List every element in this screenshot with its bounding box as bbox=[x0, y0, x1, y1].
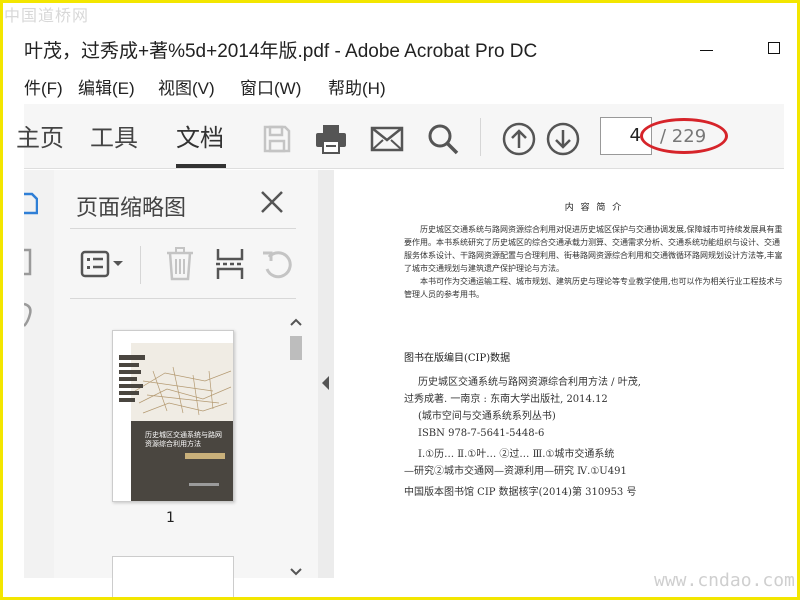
title-bar: 叶茂，过秀成+著%5d+2014年版.pdf - Adobe Acrobat P… bbox=[24, 36, 794, 66]
scroll-down-icon[interactable] bbox=[290, 568, 302, 576]
cip-line: (城市空间与交通系统系列丛书) bbox=[418, 411, 556, 422]
rotate-icon[interactable] bbox=[260, 246, 296, 282]
window-title: 叶茂，过秀成+著%5d+2014年版.pdf - Adobe Acrobat P… bbox=[24, 41, 538, 62]
cip-line: 中国版本图书馆 CIP 数据核字(2014)第 310953 号 bbox=[404, 487, 637, 498]
cip-line: ISBN 978-7-5641-5448-6 bbox=[418, 428, 545, 439]
menu-window[interactable]: 窗口(W) bbox=[240, 74, 301, 99]
delete-icon[interactable] bbox=[162, 246, 198, 282]
document-page-content: 内 容 简 介 历史城区交通系统与路网资源综合利用对促进历史城区保护与交通协调发… bbox=[404, 200, 784, 501]
watermark-top: 中国道桥网 bbox=[4, 6, 90, 25]
thumbnail-options-icon[interactable] bbox=[78, 246, 128, 282]
page-thumbnail-1[interactable]: 历史城区交通系统与路网资源综合利用方法 bbox=[112, 330, 234, 502]
document-view[interactable]: 内 容 简 介 历史城区交通系统与路网资源综合利用对促进历史城区保护与交通协调发… bbox=[334, 170, 794, 578]
page-thumbnails-panel: 页面缩略图 历史城区交通系统与路网资源综合利用方法 1 bbox=[54, 170, 319, 597]
search-icon[interactable] bbox=[426, 122, 460, 156]
close-icon[interactable] bbox=[260, 190, 284, 214]
intro-paragraph-1: 历史城区交通系统与路网资源综合利用对促进历史城区保护与交通协调发展,保障城市可持… bbox=[404, 225, 783, 273]
intro-paragraph-2: 本书可作为交通运输工程、城市规划、建筑历史与理论等专业教学使用,也可以作为相关行… bbox=[404, 277, 783, 299]
watermark-bottom: www.cndao.com bbox=[654, 570, 795, 591]
tab-document[interactable]: 文档 bbox=[176, 118, 224, 153]
cip-line: —研究②城市交通网—资源利用—研究 Ⅳ.①U491 bbox=[404, 466, 627, 477]
menu-help[interactable]: 帮助(H) bbox=[328, 74, 386, 99]
minimize-button[interactable] bbox=[700, 50, 713, 51]
scroll-thumb[interactable] bbox=[290, 336, 302, 360]
maximize-button[interactable] bbox=[768, 42, 780, 54]
menu-view[interactable]: 视图(V) bbox=[158, 74, 215, 99]
page-thumbnail-2[interactable] bbox=[112, 556, 234, 597]
extract-icon[interactable] bbox=[212, 246, 248, 282]
cip-line: Ⅰ.①历… Ⅱ.①叶… ②过… Ⅲ.①城市交通系统 bbox=[418, 449, 615, 460]
thumbnail-page-label: 1 bbox=[166, 510, 175, 526]
page-down-icon[interactable] bbox=[546, 122, 580, 156]
tab-home[interactable]: 主页 bbox=[16, 118, 64, 153]
scroll-up-icon[interactable] bbox=[290, 318, 302, 326]
menu-edit[interactable]: 编辑(E) bbox=[78, 74, 135, 99]
thumbnail-list: 历史城区交通系统与路网资源综合利用方法 1 bbox=[54, 310, 318, 597]
intro-heading: 内 容 简 介 bbox=[564, 203, 624, 213]
panel-divider bbox=[70, 228, 296, 229]
main-toolbar: 主页 工具 文档 4 / 229 bbox=[16, 104, 784, 169]
page-thumbnails-nav-icon[interactable] bbox=[24, 190, 38, 220]
cover-title: 历史城区交通系统与路网资源综合利用方法 bbox=[145, 431, 222, 448]
panel-title: 页面缩略图 bbox=[76, 196, 187, 221]
menu-file[interactable]: 件(F) bbox=[24, 74, 63, 99]
page-up-icon[interactable] bbox=[502, 122, 536, 156]
panel-divider-2 bbox=[70, 298, 296, 299]
toolbar-separator bbox=[480, 118, 481, 156]
collapse-panel-icon[interactable] bbox=[322, 376, 330, 390]
attachments-nav-icon[interactable] bbox=[24, 300, 34, 330]
bookmarks-nav-icon[interactable] bbox=[24, 248, 34, 278]
email-icon[interactable] bbox=[370, 122, 404, 156]
menu-bar: 件(F) 编辑(E) 视图(V) 窗口(W) 帮助(H) bbox=[24, 74, 794, 100]
cip-line: 历史城区交通系统与路网资源综合利用方法 / 叶茂, bbox=[418, 377, 641, 388]
thumbnail-scrollbar[interactable] bbox=[286, 310, 306, 578]
red-annotation-oval bbox=[640, 118, 728, 154]
panel-tool-separator bbox=[140, 246, 141, 284]
print-icon[interactable] bbox=[314, 122, 348, 156]
active-tab-indicator bbox=[176, 164, 226, 168]
cip-line: 过秀成著. 一南京 : 东南大学出版社, 2014.12 bbox=[404, 394, 608, 405]
book-cover-image bbox=[113, 331, 233, 501]
navigation-pane-strip bbox=[24, 170, 55, 578]
cip-title: 图书在版编目(CIP)数据 bbox=[404, 353, 511, 364]
save-icon[interactable] bbox=[260, 122, 294, 156]
tab-tools[interactable]: 工具 bbox=[90, 118, 138, 153]
panel-collapse-strip[interactable] bbox=[318, 170, 334, 578]
